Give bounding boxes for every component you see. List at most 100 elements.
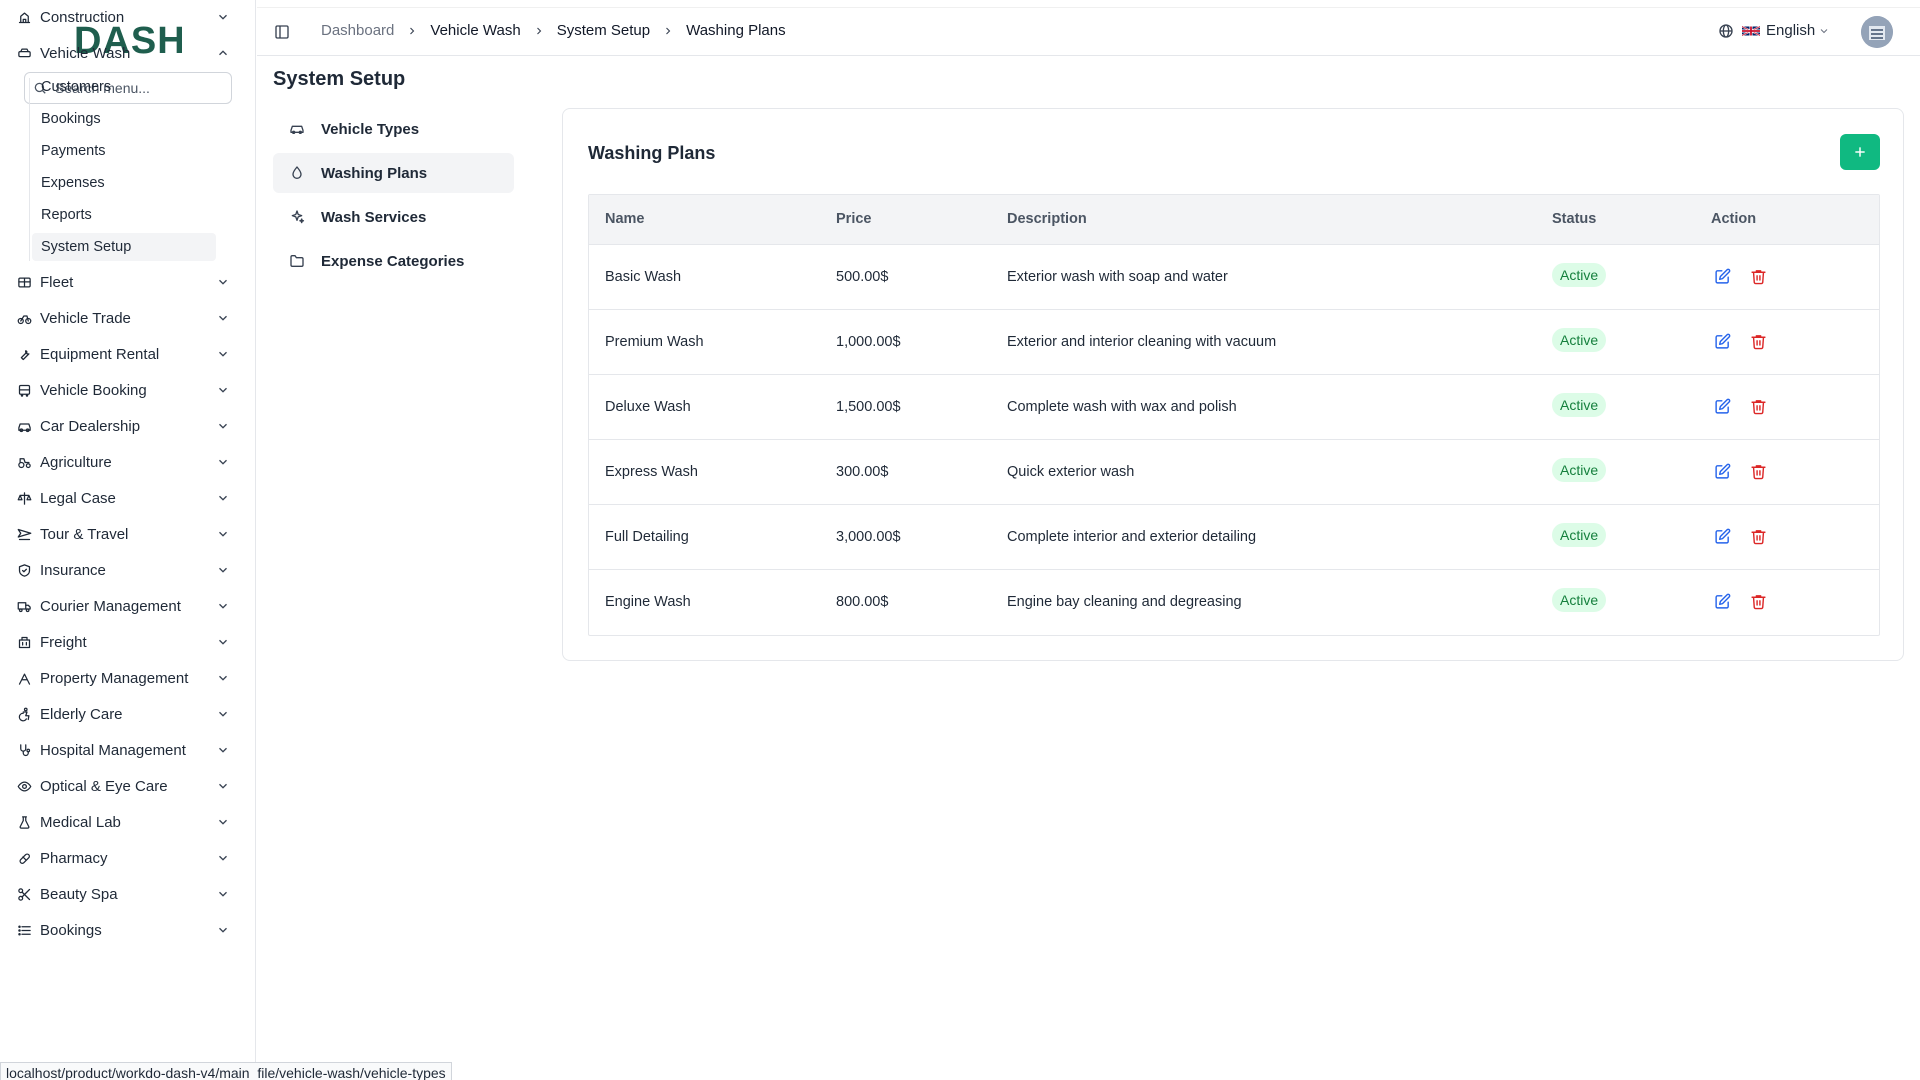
sidebar-toggle-icon[interactable] xyxy=(274,24,290,40)
trash-icon[interactable] xyxy=(1750,268,1768,286)
sidebar-item-car-dealership[interactable]: Car Dealership xyxy=(12,412,238,440)
col-status: Status xyxy=(1552,211,1597,227)
chevron-down-icon xyxy=(219,279,227,285)
sidebar-item-bookings[interactable]: Bookings xyxy=(12,916,238,944)
chevron-down-icon xyxy=(219,531,227,537)
page-title: System Setup xyxy=(273,68,406,90)
submenu-item-bookings[interactable]: Bookings xyxy=(32,105,216,133)
plan-description: Exterior wash with soap and water xyxy=(1007,269,1228,285)
col-description: Description xyxy=(1007,211,1087,227)
sidebar-item-courier-management[interactable]: Courier Management xyxy=(12,592,238,620)
sidebar-item-medical-lab[interactable]: Medical Lab xyxy=(12,808,238,836)
sidebar-item-vehicle-booking[interactable]: Vehicle Booking xyxy=(12,376,238,404)
sidebar-item-label: Agriculture xyxy=(40,453,112,471)
plan-price: 1,500.00$ xyxy=(836,399,901,415)
setup-nav-vehicle-types[interactable]: Vehicle Types xyxy=(273,109,514,149)
submenu-item-reports[interactable]: Reports xyxy=(32,201,216,229)
setup-nav-expense-categories[interactable]: Expense Categories xyxy=(273,241,514,281)
sidebar-item-label: Freight xyxy=(40,633,87,651)
setup-nav-washing-plans[interactable]: Washing Plans xyxy=(273,153,514,193)
add-plan-button[interactable] xyxy=(1840,134,1880,170)
trash-icon[interactable] xyxy=(1750,463,1768,481)
submenu-item-system-setup[interactable]: System Setup xyxy=(32,233,216,261)
trash-icon[interactable] xyxy=(1750,593,1768,611)
trash-icon[interactable] xyxy=(1750,398,1768,416)
col-price: Price xyxy=(836,211,872,227)
chevron-right-icon xyxy=(662,25,674,37)
sidebar-item-label: Car Dealership xyxy=(40,417,141,435)
sidebar-item-beauty-spa[interactable]: Beauty Spa xyxy=(12,880,238,908)
breadcrumb-system-setup[interactable]: System Setup xyxy=(557,22,650,39)
top-header: Dashboard Vehicle Wash System Setup Wash… xyxy=(257,7,1920,56)
chevron-up-icon xyxy=(219,50,227,56)
sidebar-item-freight[interactable]: Freight xyxy=(12,628,238,656)
globe-icon xyxy=(1719,23,1733,38)
chevron-down-icon xyxy=(219,459,227,465)
sidebar-item-hospital-management[interactable]: Hospital Management xyxy=(12,736,238,764)
submenu-item-customers[interactable]: Customers xyxy=(32,73,216,101)
folder-icon xyxy=(289,253,305,269)
sidebar-item-construction[interactable]: Construction xyxy=(12,3,238,31)
chevron-down-icon xyxy=(219,14,227,20)
submenu-item-payments[interactable]: Payments xyxy=(32,137,216,165)
plane-icon xyxy=(16,526,32,542)
breadcrumb-dashboard[interactable]: Dashboard xyxy=(321,22,394,39)
sidebar-item-vehicle-wash[interactable]: Vehicle Wash xyxy=(12,39,238,67)
table-header: Name Price Description Status Action xyxy=(589,195,1879,245)
trash-icon[interactable] xyxy=(1750,528,1768,546)
plan-description: Engine bay cleaning and degreasing xyxy=(1007,594,1242,610)
trash-icon[interactable] xyxy=(1750,333,1768,351)
car-icon xyxy=(289,121,305,137)
sidebar-item-pharmacy[interactable]: Pharmacy xyxy=(12,844,238,872)
flask-icon xyxy=(16,814,32,830)
status-badge: Active xyxy=(1552,523,1607,547)
avatar[interactable] xyxy=(1861,16,1893,48)
setup-nav-wash-services[interactable]: Wash Services xyxy=(273,197,514,237)
shield-icon xyxy=(16,562,32,578)
plan-name: Basic Wash xyxy=(605,269,682,285)
status-badge: Active xyxy=(1552,588,1607,612)
sparkles-icon xyxy=(289,209,305,225)
edit-icon[interactable] xyxy=(1714,593,1732,611)
edit-icon[interactable] xyxy=(1714,333,1732,351)
edit-icon[interactable] xyxy=(1714,463,1732,481)
sidebar-item-fleet[interactable]: Fleet xyxy=(12,268,238,296)
chevron-right-icon xyxy=(406,25,418,37)
table-row: Deluxe Wash 1,500.00$ Complete wash with w… xyxy=(589,375,1879,440)
accessibility-icon xyxy=(16,706,32,722)
sidebar-item-vehicle-trade[interactable]: Vehicle Trade xyxy=(12,304,238,332)
plan-name: Deluxe Wash xyxy=(605,399,691,415)
sidebar-item-label: Vehicle Booking xyxy=(40,381,147,399)
edit-icon[interactable] xyxy=(1714,268,1732,286)
submenu-guide-line xyxy=(29,78,30,261)
sidebar-item-agriculture[interactable]: Agriculture xyxy=(12,448,238,476)
wrench-icon xyxy=(16,346,32,362)
table-row: Basic Wash 500.00$ Exterior wash with soap… xyxy=(589,245,1879,310)
plans-table: Name Price Description Status Action Bas… xyxy=(588,194,1880,636)
sidebar-item-label: Tour & Travel xyxy=(40,525,129,543)
chevron-down-icon xyxy=(219,495,227,501)
plan-description: Quick exterior wash xyxy=(1007,464,1135,480)
sidebar-item-label: Optical & Eye Care xyxy=(40,777,168,795)
breadcrumb-vehicle-wash[interactable]: Vehicle Wash xyxy=(430,22,520,39)
sidebar-item-label: Pharmacy xyxy=(40,849,108,867)
sidebar-item-optical-eye-care[interactable]: Optical & Eye Care xyxy=(12,772,238,800)
status-bar-url: localhost/product/workdo-dash-v4/main_fi… xyxy=(0,1062,452,1080)
sidebar-item-tour-travel[interactable]: Tour & Travel xyxy=(12,520,238,548)
col-action: Action xyxy=(1711,211,1757,227)
status-badge: Active xyxy=(1552,393,1607,417)
sidebar-item-elderly-care[interactable]: Elderly Care xyxy=(12,700,238,728)
container-icon xyxy=(16,634,32,650)
scale-icon xyxy=(16,490,32,506)
sidebar-item-property-management[interactable]: Property Management xyxy=(12,664,238,692)
card-title: Washing Plans xyxy=(588,143,716,163)
sidebar-item-equipment-rental[interactable]: Equipment Rental xyxy=(12,340,238,368)
submenu-item-expenses[interactable]: Expenses xyxy=(32,169,216,197)
edit-icon[interactable] xyxy=(1714,528,1732,546)
language-selector[interactable]: English xyxy=(1718,22,1830,39)
sidebar-item-legal-case[interactable]: Legal Case xyxy=(12,484,238,512)
chevron-down-icon xyxy=(1820,28,1828,33)
edit-icon[interactable] xyxy=(1714,398,1732,416)
plan-description: Complete wash with wax and polish xyxy=(1007,399,1237,415)
sidebar-item-insurance[interactable]: Insurance xyxy=(12,556,238,584)
